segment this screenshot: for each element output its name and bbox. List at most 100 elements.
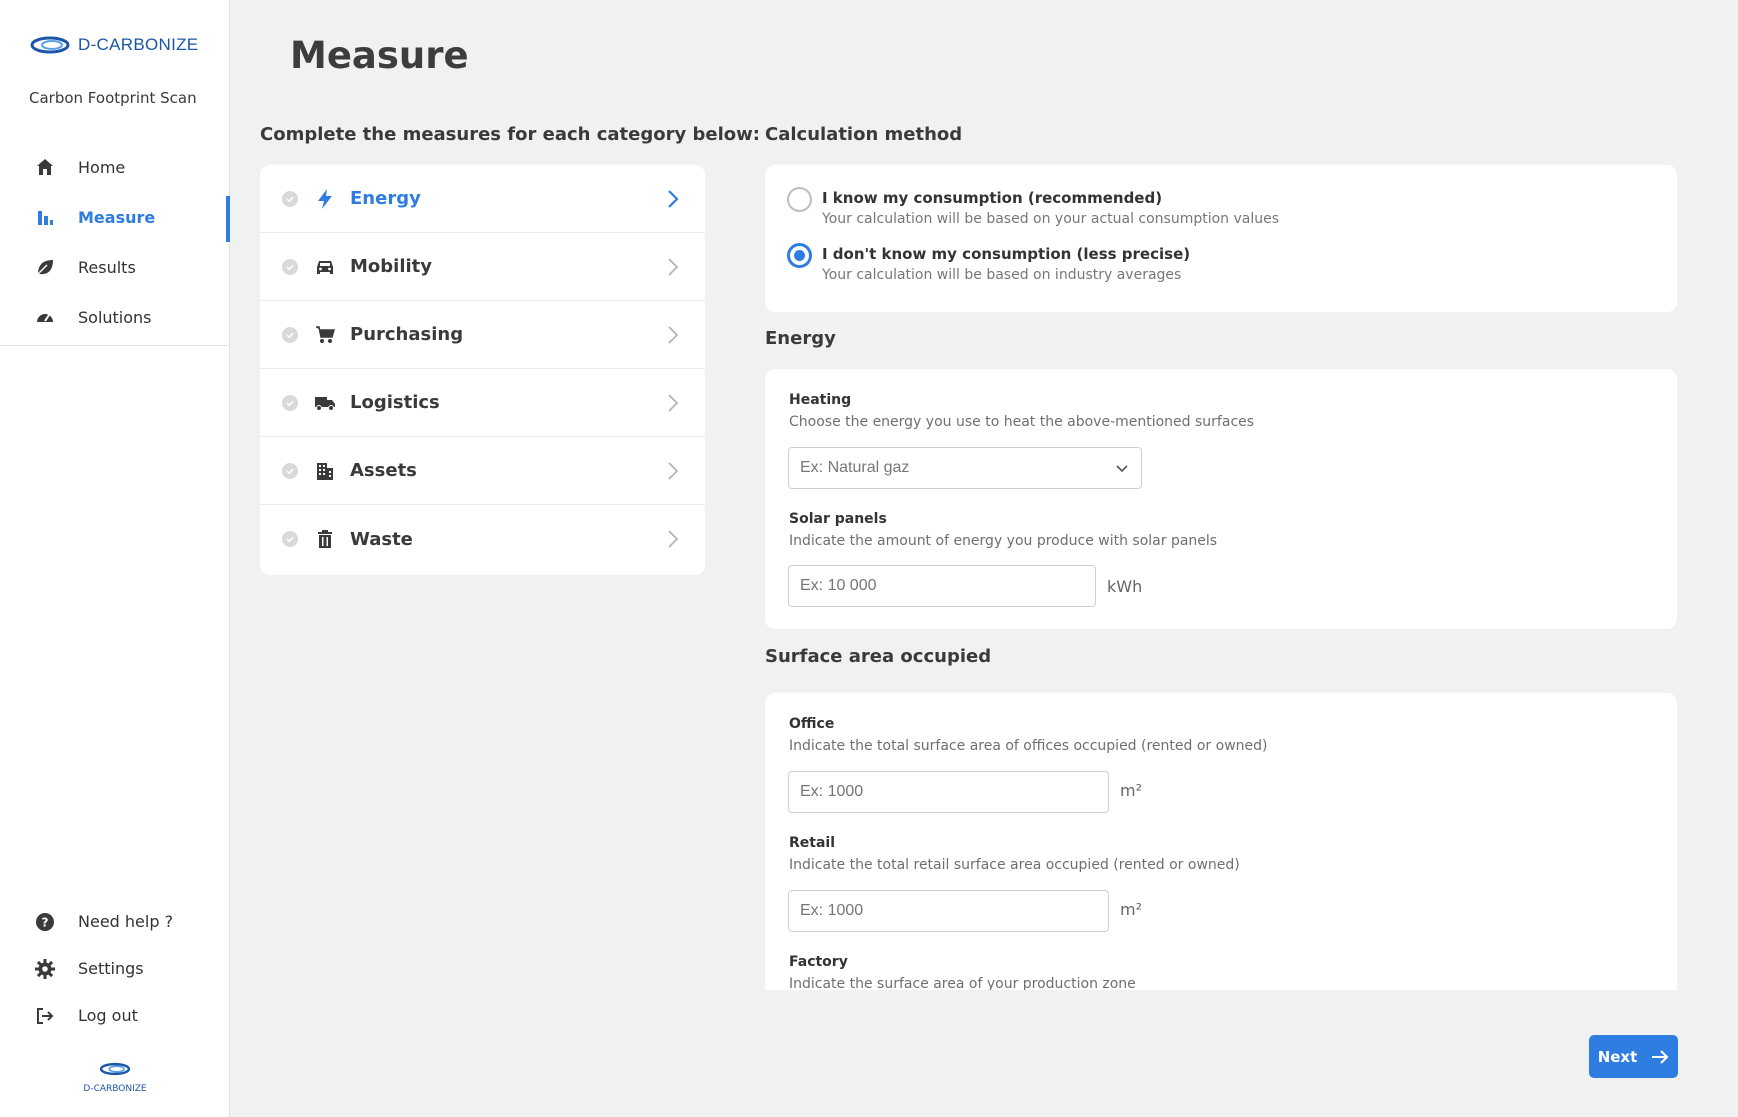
energy-card: Heating Choose the energy you use to hea… [765,369,1677,629]
help-icon: ? [34,911,56,933]
next-button-label: Next [1597,1047,1638,1066]
category-energy[interactable]: Energy [260,165,705,233]
category-waste[interactable]: Waste [260,505,705,573]
footer-brand-text: D-CARBONIZE [83,1084,147,1094]
page-title: Measure [290,34,469,77]
sidebar-divider [0,345,229,346]
arrow-right-icon [1652,1049,1669,1064]
retail-description: Indicate the total retail surface area o… [789,857,1240,873]
categories-heading: Complete the measures for each category … [260,124,760,145]
surface-heading: Surface area occupied [765,646,992,667]
check-icon [282,326,298,343]
check-icon [282,258,298,275]
energy-heading: Energy [765,328,836,349]
sidebar-item-label: Results [78,257,136,277]
radio-button-selected[interactable] [787,243,812,268]
office-input-field[interactable] [800,783,1108,801]
heating-description: Choose the energy you use to heat the ab… [789,414,1255,430]
office-unit: m² [1120,781,1142,800]
solar-input[interactable] [788,565,1096,607]
option-known-consumption[interactable]: I know my consumption (recommended) Your… [787,187,1280,227]
sidebar-item-logout[interactable]: Log out [0,992,230,1039]
leaf-icon [34,256,56,278]
option-description: Your calculation will be based on indust… [822,267,1182,283]
category-label: Purchasing [350,324,464,345]
gear-icon [34,958,56,980]
sidebar-item-label: Home [78,157,126,177]
calculation-heading: Calculation method [765,124,963,145]
brand-logo[interactable]: D-CARBONIZE [30,34,198,56]
surface-card: Office Indicate the total surface area o… [765,693,1677,990]
truck-icon [314,392,336,414]
sidebar-item-settings[interactable]: Settings [0,945,230,992]
office-input[interactable] [788,771,1109,813]
check-icon [282,462,298,479]
category-mobility[interactable]: Mobility [260,233,705,301]
bolt-icon [314,188,336,210]
sidebar-bottom-nav: ? Need help ? Settings Log out [0,898,230,1039]
heating-select[interactable]: Ex: Natural gaz [788,447,1142,489]
solar-unit: kWh [1107,577,1143,596]
logout-icon [34,1005,56,1027]
sidebar-item-measure[interactable]: Measure [0,192,230,242]
category-label: Logistics [350,392,440,413]
category-logistics[interactable]: Logistics [260,369,705,437]
swirl-logo-icon [30,36,70,54]
svg-text:?: ? [42,915,49,929]
chevron-right-icon [668,326,679,344]
home-icon [34,156,56,178]
solar-input-field[interactable] [800,577,1095,595]
chevron-down-icon [1116,465,1128,473]
cart-icon [314,324,336,346]
retail-label: Retail [789,835,836,851]
sidebar-nav: Home Measure Results Solutions [0,142,230,342]
factory-description: Indicate the surface area of your produc… [789,976,1136,990]
category-assets[interactable]: Assets [260,437,705,505]
footer-logo: D-CARBONIZE [80,1060,150,1094]
retail-input-field[interactable] [800,902,1108,920]
solar-label: Solar panels [789,511,887,527]
chevron-right-icon [668,394,679,412]
category-label: Energy [350,188,421,209]
retail-unit: m² [1120,900,1142,919]
sidebar-item-help[interactable]: ? Need help ? [0,898,230,945]
calculation-card: I know my consumption (recommended) Your… [765,165,1677,312]
chevron-right-icon [668,462,679,480]
check-icon [282,190,298,207]
category-label: Assets [350,460,417,481]
sidebar-item-results[interactable]: Results [0,242,230,292]
check-icon [282,394,298,411]
next-button[interactable]: Next [1589,1035,1678,1078]
bar-chart-icon [34,206,56,228]
sidebar-item-label: Log out [78,1006,138,1025]
category-label: Waste [350,528,413,550]
heating-label: Heating [789,392,852,408]
building-icon [314,460,336,482]
sidebar-item-home[interactable]: Home [0,142,230,192]
factory-label: Factory [789,954,848,970]
retail-input[interactable] [788,890,1109,932]
sidebar-item-label: Solutions [78,307,152,327]
option-unknown-consumption[interactable]: I don't know my consumption (less precis… [787,243,1191,283]
sidebar: D-CARBONIZE Carbon Footprint Scan Home M… [0,0,230,1117]
check-icon [282,531,298,547]
category-label: Mobility [350,256,433,277]
brand-name: D-CARBONIZE [78,35,199,54]
chevron-right-icon [668,258,679,276]
swirl-logo-icon [99,1062,131,1076]
option-title: I don't know my consumption (less precis… [822,245,1191,263]
car-icon [314,256,336,278]
chevron-right-icon [668,530,679,548]
sidebar-item-solutions[interactable]: Solutions [0,292,230,342]
solar-description: Indicate the amount of energy you produc… [789,533,1218,549]
sidebar-item-label: Settings [78,959,144,978]
category-purchasing[interactable]: Purchasing [260,301,705,369]
app-subtitle: Carbon Footprint Scan [29,89,197,107]
chevron-right-icon [668,190,679,208]
office-label: Office [789,716,835,732]
option-title: I know my consumption (recommended) [822,189,1163,207]
gauge-icon [34,306,56,328]
sidebar-item-label: Measure [78,207,156,227]
radio-button[interactable] [787,187,812,212]
option-description: Your calculation will be based on your a… [822,211,1280,227]
